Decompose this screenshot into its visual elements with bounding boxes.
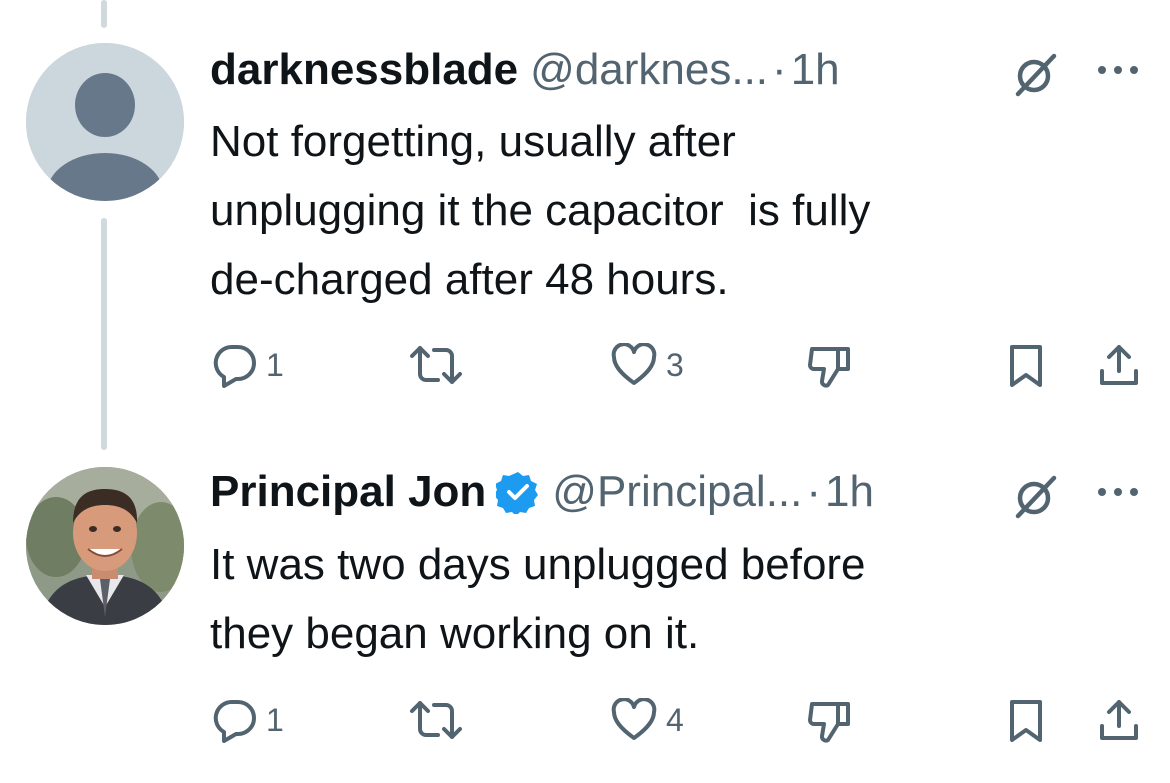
like-button[interactable]: 3: [610, 340, 684, 390]
dislike-button[interactable]: [806, 695, 854, 745]
grok-icon[interactable]: [1012, 472, 1060, 520]
dislike-icon: [808, 702, 850, 743]
separator-dot: ·: [806, 467, 822, 516]
verified-icon[interactable]: [494, 470, 540, 516]
retweet-button[interactable]: [408, 340, 464, 390]
reply-count: 1: [266, 346, 284, 383]
more-icon[interactable]: [1094, 60, 1142, 80]
tweet-header: Principal Jon @Principal... · 1h: [210, 462, 874, 522]
handle[interactable]: @darknes...: [530, 40, 768, 100]
bookmark-button[interactable]: [1004, 340, 1048, 390]
display-name[interactable]: darknessblade: [210, 40, 518, 100]
tweet-text: It was two days unplugged before they be…: [210, 540, 866, 658]
avatar[interactable]: [26, 467, 184, 625]
reply-count: 1: [266, 701, 284, 738]
action-bar: 1 3: [0, 340, 1170, 390]
retweet-icon: [410, 701, 462, 739]
reply-button[interactable]: 1: [212, 695, 284, 745]
tweet[interactable]: darknessblade @darknes... · 1h Not forge…: [0, 0, 1170, 420]
share-button[interactable]: [1096, 340, 1142, 390]
grok-icon[interactable]: [1012, 50, 1060, 98]
share-icon: [1100, 345, 1138, 385]
reply-icon: [213, 344, 256, 388]
timestamp[interactable]: 1h: [825, 462, 874, 522]
avatar[interactable]: [26, 43, 184, 201]
reply-icon: [213, 699, 256, 743]
bookmark-icon: [1010, 345, 1042, 387]
share-icon: [1100, 700, 1138, 740]
handle[interactable]: @Principal...: [552, 462, 802, 522]
retweet-icon: [410, 346, 462, 384]
share-button[interactable]: [1096, 695, 1142, 745]
tweet[interactable]: Principal Jon @Principal... · 1h It was …: [0, 450, 1170, 783]
timestamp[interactable]: 1h: [791, 40, 840, 100]
like-icon: [611, 698, 657, 740]
like-count: 3: [666, 346, 684, 383]
dislike-icon: [808, 347, 850, 388]
like-count: 4: [666, 701, 684, 738]
like-icon: [611, 343, 657, 385]
tweet-text: Not forgetting, usually after unplugging…: [210, 117, 871, 304]
action-bar: 1 4: [0, 695, 1170, 745]
bookmark-icon: [1010, 700, 1042, 742]
profile-photo: [26, 467, 184, 625]
dislike-button[interactable]: [806, 340, 854, 390]
tweet-header: darknessblade @darknes... · 1h: [210, 40, 840, 100]
like-button[interactable]: 4: [610, 695, 684, 745]
display-name[interactable]: Principal Jon: [210, 462, 486, 522]
default-avatar-icon: [26, 43, 184, 201]
bookmark-button[interactable]: [1004, 695, 1048, 745]
more-icon[interactable]: [1094, 482, 1142, 502]
reply-button[interactable]: 1: [212, 340, 284, 390]
separator-dot: ·: [772, 45, 787, 94]
retweet-button[interactable]: [408, 695, 464, 745]
